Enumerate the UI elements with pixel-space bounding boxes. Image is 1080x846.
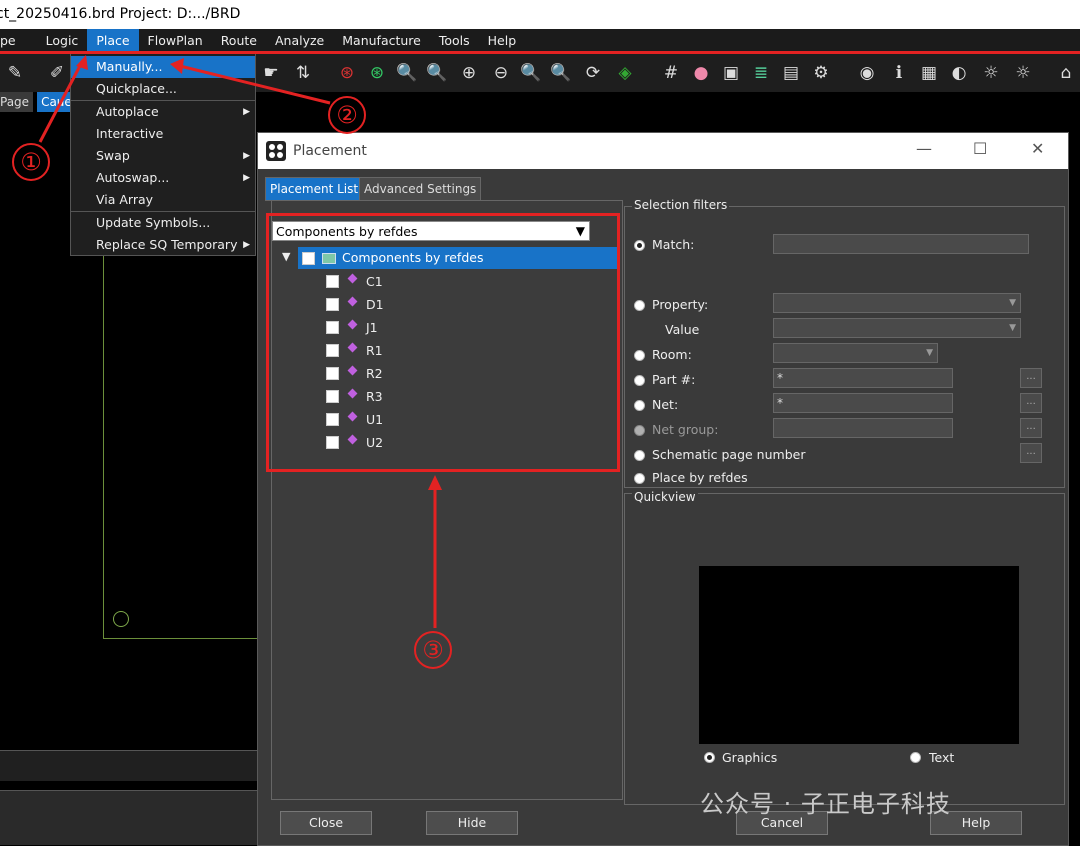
annotation-arrow-2 bbox=[179, 64, 331, 105]
annotation-arrow-1 bbox=[38, 61, 84, 143]
annotation-number-3: ③ bbox=[414, 631, 452, 669]
annotation-arrows bbox=[38, 55, 442, 628]
arrow-head-icon bbox=[428, 475, 442, 490]
arrow-head-icon bbox=[170, 58, 184, 74]
annotation-number-1: ① bbox=[12, 143, 50, 181]
watermark: 公众号 · 子正电子科技 bbox=[700, 790, 951, 818]
annotation-number-2: ② bbox=[328, 96, 366, 134]
